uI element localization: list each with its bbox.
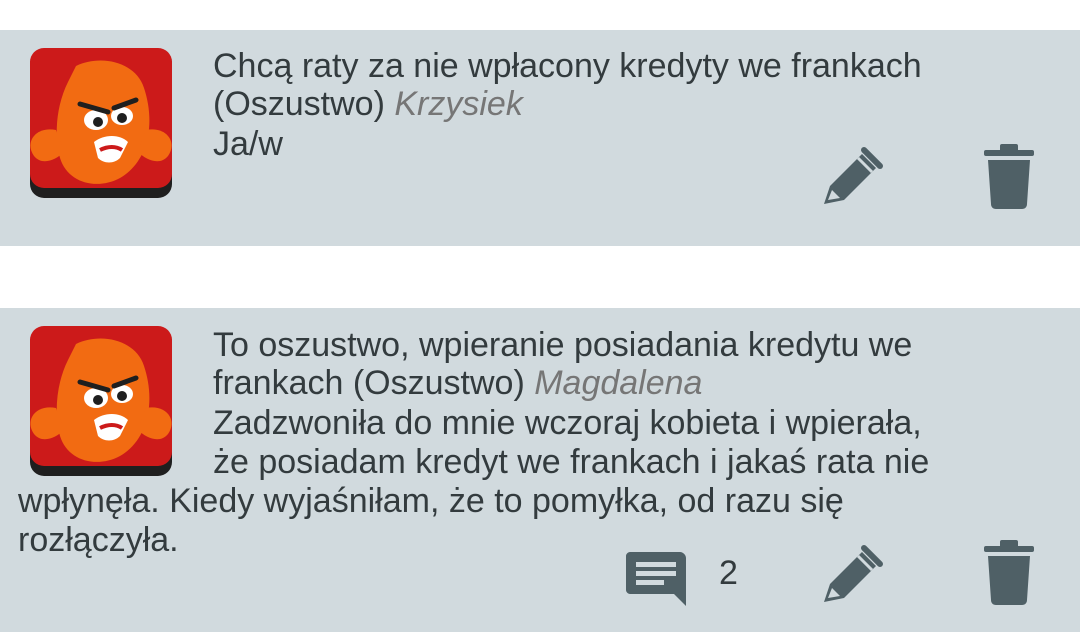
post-title: To oszustwo, wpieranie posiadania kredyt… [213, 326, 913, 364]
post-title: Chcą raty za nie wpłacony kredyty we fra… [213, 47, 922, 85]
avatar [16, 324, 186, 484]
post-body: Ja/w [213, 125, 283, 163]
pencil-icon[interactable] [818, 146, 884, 212]
angry-monster-avatar-icon [30, 48, 172, 198]
post-card-1: Chcą raty za nie wpłacony kredyty we fra… [0, 30, 1080, 246]
post-body-line-4: rozłączyła. [18, 521, 179, 559]
trash-icon[interactable] [982, 144, 1036, 210]
avatar [16, 46, 186, 206]
comment-count: 2 [719, 554, 738, 592]
post-category: (Oszustwo) [213, 85, 385, 123]
post-title-line-2: frankach (Oszustwo) Magdalena [213, 364, 702, 402]
post-title-line-2: (Oszustwo) Krzysiek [213, 85, 523, 123]
post-body-line-1: Zadzwoniła do mnie wczoraj kobieta i wpi… [213, 404, 922, 442]
post-body-line-3: wpłynęła. Kiedy wyjaśniłam, że to pomyłk… [18, 482, 844, 520]
comment-icon[interactable] [626, 550, 688, 608]
post-author[interactable]: Magdalena [534, 364, 702, 402]
post-author[interactable]: Krzysiek [394, 85, 522, 123]
trash-icon[interactable] [982, 540, 1036, 606]
post-category: frankach (Oszustwo) [213, 364, 525, 402]
angry-monster-avatar-icon [30, 326, 172, 476]
post-card-2: To oszustwo, wpieranie posiadania kredyt… [0, 308, 1080, 632]
post-body-line-2: że posiadam kredyt we frankach i jakaś r… [213, 443, 930, 481]
pencil-icon[interactable] [818, 544, 884, 610]
